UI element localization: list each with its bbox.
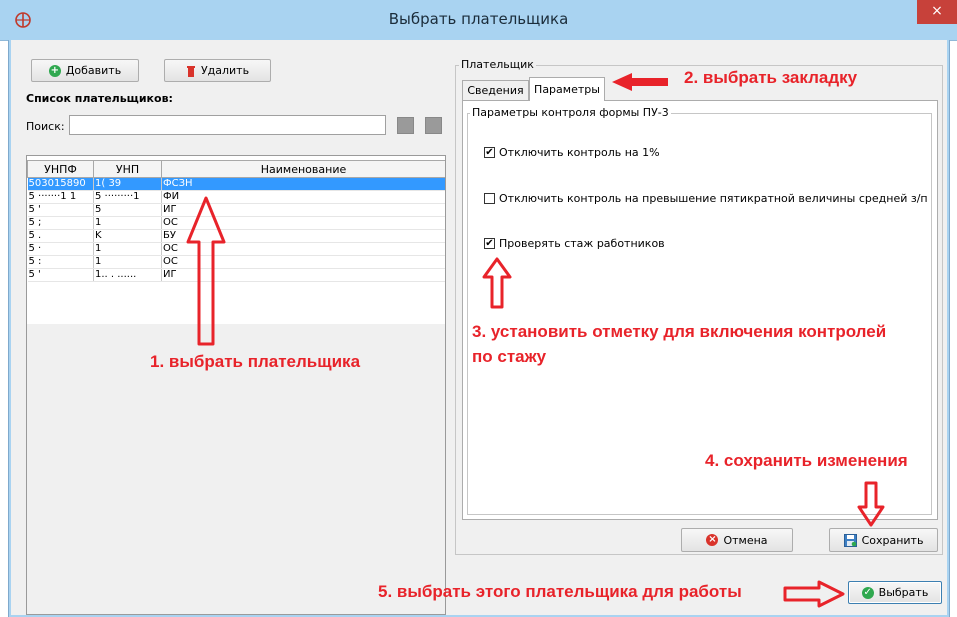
cancel-button-label: Отмена [723, 533, 768, 547]
select-button[interactable]: ✓ Выбрать [848, 581, 942, 604]
table-row[interactable]: 5 ' 1.. . ...... ИГ [27, 268, 445, 282]
disable-5x-salary-control[interactable]: Отключить контроль на превышение пятикра… [484, 192, 928, 205]
cell-unp[interactable]: 1 [93, 255, 162, 269]
disable-1pct-control[interactable]: ✔ Отключить контроль на 1% [484, 146, 660, 159]
save-button-label: Сохранить [861, 533, 924, 547]
arrow-up-to-checkbox [482, 257, 512, 309]
disable-5x-salary-label: Отключить контроль на превышение пятикра… [499, 192, 928, 205]
delete-button-label: Удалить [200, 64, 250, 77]
cell-unp[interactable]: 1( 39 [93, 177, 162, 191]
disable-1pct-label: Отключить контроль на 1% [499, 146, 660, 159]
cell-unpf[interactable]: 5 : [27, 255, 94, 269]
cell-unpf[interactable]: 5 . [27, 229, 94, 243]
check-experience-label: Проверять стаж работников [499, 237, 665, 250]
search-label: Поиск: [26, 120, 65, 133]
title-bar: Выбрать плательщика × [0, 0, 957, 41]
cancel-circle-icon: × [706, 534, 719, 546]
plus-circle-icon: + [48, 64, 61, 77]
check-experience-checkbox[interactable]: ✔ [484, 238, 495, 249]
cell-unp[interactable]: 1.. . ...... [93, 268, 162, 282]
payer-list-title: Список плательщиков: [26, 92, 173, 105]
cell-unp[interactable]: K [93, 229, 162, 243]
check-experience-control[interactable]: ✔ Проверять стаж работников [484, 237, 665, 250]
column-header-unpf[interactable]: УНПФ [27, 160, 94, 178]
cell-unpf[interactable]: 5 ' [27, 268, 94, 282]
section-title: Параметры контроля формы ПУ-3 [470, 106, 671, 119]
table-row[interactable]: 5 :1 ОС [27, 255, 445, 269]
table-row[interactable]: 503015890 1( 39 ФСЗН [27, 177, 445, 191]
add-button-label: Добавить [65, 64, 122, 77]
annotation-step1: 1. выбрать плательщика [150, 352, 361, 371]
floppy-disk-icon [843, 533, 857, 547]
cell-name[interactable]: ФСЗН [161, 177, 445, 191]
clear-search-button[interactable] [425, 117, 442, 134]
cell-unpf[interactable]: 5 ' [27, 203, 94, 217]
table-row[interactable]: 5 · 1 ОС [27, 242, 445, 256]
cell-unp[interactable]: 5 ·········1 [93, 190, 162, 204]
table-row[interactable]: 5 . K БУ [27, 229, 445, 243]
arrow-up-to-payer [186, 196, 226, 346]
search-button[interactable] [397, 117, 414, 134]
arrow-down-to-save [857, 481, 885, 527]
annotation-step4: 4. сохранить изменения [705, 451, 908, 470]
search-input[interactable] [69, 115, 386, 135]
add-button[interactable]: + Добавить [31, 59, 139, 82]
save-button[interactable]: Сохранить [829, 528, 938, 552]
arrow-left-to-tab [612, 73, 668, 91]
trash-icon [186, 65, 195, 77]
tab-parameters[interactable]: Параметры [529, 77, 605, 101]
cell-unpf[interactable]: 5 · [27, 242, 94, 256]
arrow-right-to-select [783, 580, 845, 608]
select-button-label: Выбрать [878, 586, 929, 599]
disable-1pct-checkbox[interactable]: ✔ [484, 147, 495, 158]
cell-unpf[interactable]: 503015890 [27, 177, 94, 191]
cancel-button[interactable]: × Отмена [681, 528, 793, 552]
table-header: УНПФ УНП Наименование [27, 160, 445, 178]
column-header-unp[interactable]: УНП [93, 160, 162, 178]
cell-unp[interactable]: 1 [93, 242, 162, 256]
annotation-step2: 2. выбрать закладку [684, 68, 858, 87]
table-row[interactable]: 5 ·······1 15 ·········1 ФИ [27, 190, 445, 204]
tab-info[interactable]: Сведения [462, 80, 529, 100]
table-row[interactable]: 5 ' 5 ИГ [27, 203, 445, 217]
check-circle-icon: ✓ [861, 586, 874, 599]
annotation-step3-line1: 3. установить отметку для включения конт… [472, 322, 887, 341]
table-row[interactable]: 5 ; 1 ОС [27, 216, 445, 230]
cell-unpf[interactable]: 5 ·······1 1 [27, 190, 94, 204]
close-button[interactable]: × [917, 0, 957, 24]
delete-button[interactable]: Удалить [164, 59, 271, 82]
cell-unp[interactable]: 5 [93, 203, 162, 217]
disable-5x-salary-checkbox[interactable] [484, 193, 495, 204]
cell-unp[interactable]: 1 [93, 216, 162, 230]
column-header-name[interactable]: Наименование [161, 160, 445, 178]
payer-group-title: Плательщик [459, 58, 536, 71]
annotation-step3-line2: по стажу [472, 347, 547, 366]
payer-table: УНПФ УНП Наименование 503015890 1( 39 ФСЗН… [26, 155, 446, 615]
annotation-step5: 5. выбрать этого плательщика для работы [378, 582, 742, 601]
cell-unpf[interactable]: 5 ; [27, 216, 94, 230]
window-title: Выбрать плательщика [388, 10, 569, 28]
